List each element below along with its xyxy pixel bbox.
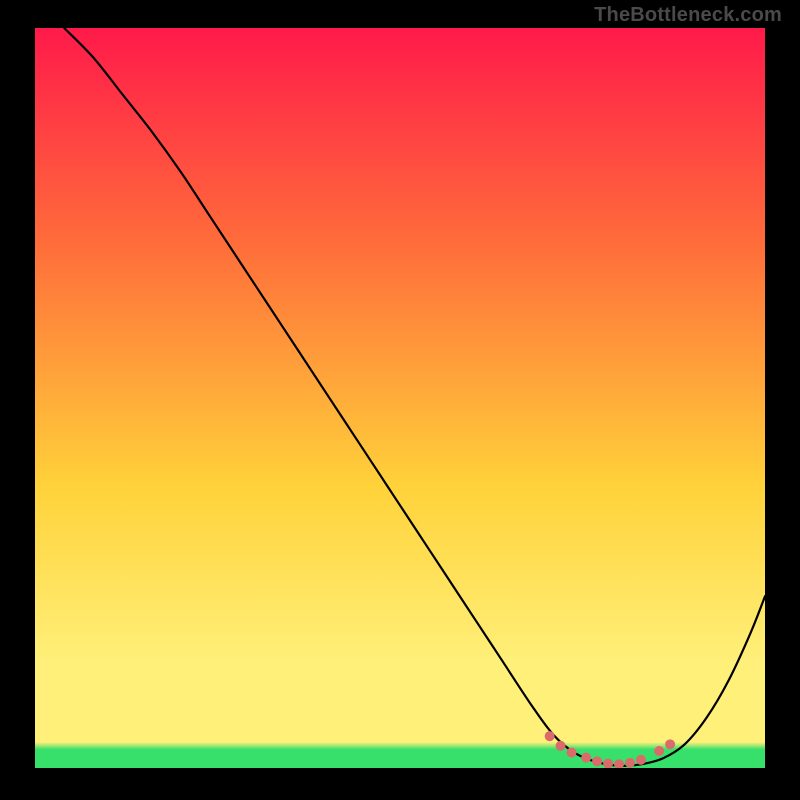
valley-marker xyxy=(556,741,566,751)
plot-svg xyxy=(35,28,765,768)
chart-frame: TheBottleneck.com xyxy=(0,0,800,800)
watermark-text: TheBottleneck.com xyxy=(594,4,782,27)
gradient-background xyxy=(35,28,765,768)
valley-marker xyxy=(625,758,635,768)
valley-marker xyxy=(665,739,675,749)
valley-marker xyxy=(654,746,664,756)
valley-marker xyxy=(636,755,646,765)
valley-marker xyxy=(581,753,591,763)
bottleneck-plot xyxy=(35,28,765,768)
valley-marker xyxy=(545,731,555,741)
valley-marker xyxy=(592,756,602,766)
valley-marker xyxy=(567,747,577,757)
